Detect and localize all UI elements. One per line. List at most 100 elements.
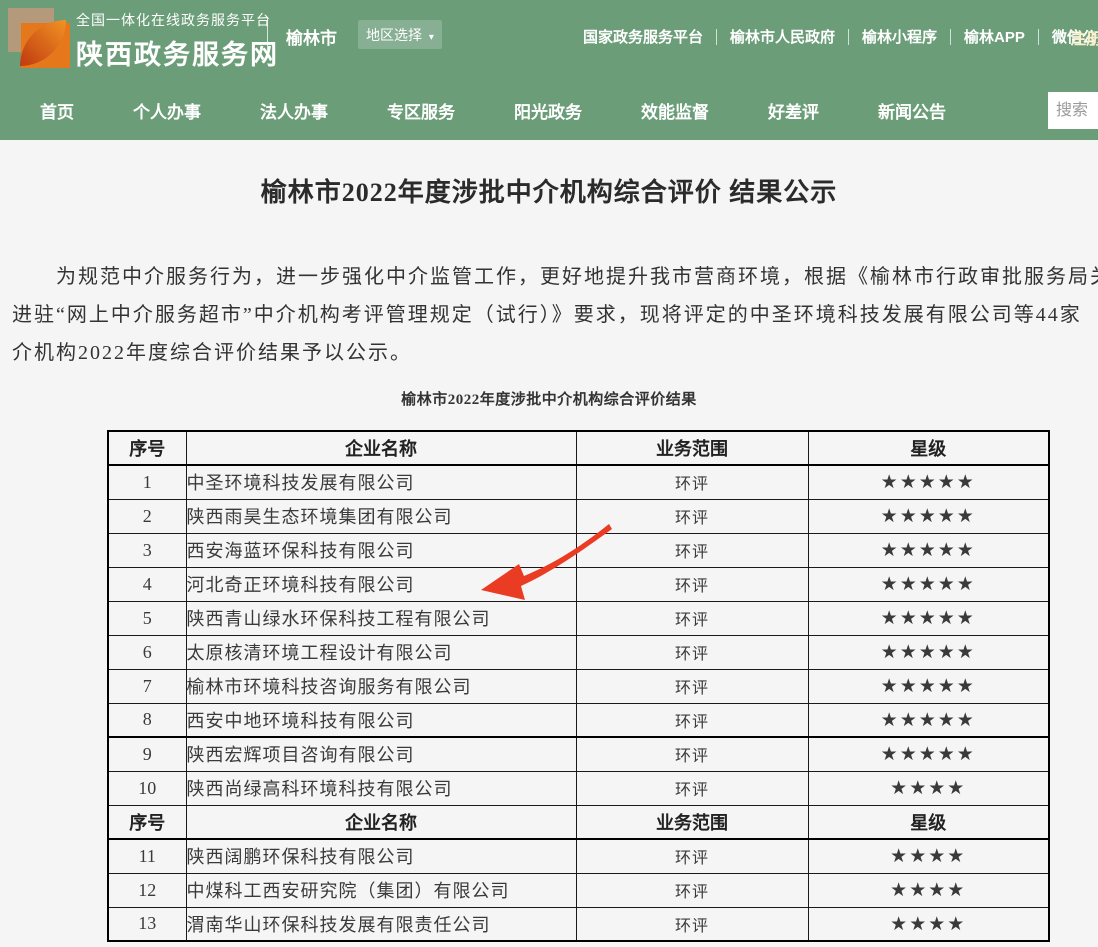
cell-serial-number: 9 — [108, 737, 186, 771]
nav-item-6[interactable]: 好差评 — [768, 98, 819, 123]
cell-company-name: 西安海蓝环保科技有限公司 — [186, 533, 576, 567]
paragraph-line: 为规范中介服务行为，进一步强化中介监管工作，更好地提升我市营商环境，根据《榆林市… — [12, 258, 1098, 296]
chevron-down-icon: ▾ — [429, 32, 434, 43]
cell-serial-number: 13 — [108, 907, 186, 941]
table-row: 7榆林市环境科技咨询服务有限公司环评★★★★★ — [108, 669, 1049, 703]
table-row: 11陕西阔鹏环保科技有限公司环评★★★★ — [108, 839, 1049, 873]
nav-item-7[interactable]: 新闻公告 — [878, 98, 946, 123]
cell-serial-number: 7 — [108, 669, 186, 703]
cell-serial-number: 5 — [108, 601, 186, 635]
cell-serial-number: 6 — [108, 635, 186, 669]
cell-serial-number: 10 — [108, 771, 186, 805]
cell-company-name: 陕西宏辉项目咨询有限公司 — [186, 737, 576, 771]
paragraph-line: 介机构2022年度综合评价结果予以公示。 — [12, 334, 1098, 372]
column-header-1: 企业名称 — [186, 805, 576, 839]
table-row: 12中煤科工西安研究院（集团）有限公司环评★★★★ — [108, 873, 1049, 907]
nav-item-2[interactable]: 法人办事 — [260, 98, 328, 123]
cell-business-scope: 环评 — [576, 499, 808, 533]
cell-star-rating: ★★★★ — [808, 873, 1049, 907]
cell-company-name: 西安中地环境科技有限公司 — [186, 703, 576, 737]
header-divider — [267, 18, 268, 50]
nav-item-5[interactable]: 效能监督 — [641, 98, 709, 123]
cell-business-scope: 环评 — [576, 601, 808, 635]
cell-serial-number: 11 — [108, 839, 186, 873]
column-header-1: 企业名称 — [186, 431, 576, 465]
notice-paragraph: 为规范中介服务行为，进一步强化中介监管工作，更好地提升我市营商环境，根据《榆林市… — [12, 258, 1098, 372]
cell-star-rating: ★★★★★ — [808, 703, 1049, 737]
cell-serial-number: 12 — [108, 873, 186, 907]
header-link-2[interactable]: 榆林小程序 — [849, 26, 950, 47]
nav-item-1[interactable]: 个人办事 — [133, 98, 201, 123]
current-city-label[interactable]: 榆林市 — [286, 24, 337, 49]
table-row: 3西安海蓝环保科技有限公司环评★★★★★ — [108, 533, 1049, 567]
cell-company-name: 陕西阔鹏环保科技有限公司 — [186, 839, 576, 873]
page-title: 榆林市2022年度涉批中介机构综合评价 结果公示 — [0, 172, 1098, 209]
cell-star-rating: ★★★★★ — [808, 465, 1049, 499]
cell-star-rating: ★★★★★ — [808, 533, 1049, 567]
evaluation-results-table: 序号企业名称业务范围星级1中圣环境科技发展有限公司环评★★★★★2陕西雨昊生态环… — [107, 430, 1050, 942]
search-box[interactable] — [1048, 92, 1098, 129]
site-header: 全国一体化在线政务服务平台 陕西政务服务网 榆林市 地区选择 ▾ 国家政务服务平… — [0, 0, 1098, 80]
table-row: 1中圣环境科技发展有限公司环评★★★★★ — [108, 465, 1049, 499]
cell-business-scope: 环评 — [576, 907, 808, 941]
table-row: 6太原核清环境工程设计有限公司环评★★★★★ — [108, 635, 1049, 669]
site-logo-icon — [8, 8, 70, 68]
cell-star-rating: ★★★★★ — [808, 499, 1049, 533]
cell-serial-number: 4 — [108, 567, 186, 601]
table-row: 13渭南华山环保科技发展有限责任公司环评★★★★ — [108, 907, 1049, 941]
nav-item-0[interactable]: 首页 — [40, 98, 74, 123]
region-selector-label: 地区选择 — [366, 27, 422, 43]
table-row: 8西安中地环境科技有限公司环评★★★★★ — [108, 703, 1049, 737]
column-header-3: 星级 — [808, 805, 1049, 839]
table-header-row: 序号企业名称业务范围星级 — [108, 805, 1049, 839]
cell-business-scope: 环评 — [576, 737, 808, 771]
cell-company-name: 河北奇正环境科技有限公司 — [186, 567, 576, 601]
region-selector-button[interactable]: 地区选择 ▾ — [358, 20, 442, 49]
cell-company-name: 渭南华山环保科技发展有限责任公司 — [186, 907, 576, 941]
cell-business-scope: 环评 — [576, 771, 808, 805]
cell-company-name: 太原核清环境工程设计有限公司 — [186, 635, 576, 669]
search-input[interactable] — [1048, 92, 1098, 129]
header-link-0[interactable]: 国家政务服务平台 — [570, 26, 716, 47]
notice-document: 榆林市2022年度涉批中介机构综合评价 结果公示 为规范中介服务行为，进一步强化… — [0, 140, 1098, 947]
cell-company-name: 陕西雨昊生态环境集团有限公司 — [186, 499, 576, 533]
cell-business-scope: 环评 — [576, 533, 808, 567]
cell-serial-number: 8 — [108, 703, 186, 737]
nav-item-3[interactable]: 专区服务 — [387, 98, 455, 123]
cell-star-rating: ★★★★ — [808, 771, 1049, 805]
table-header-row: 序号企业名称业务范围星级 — [108, 431, 1049, 465]
cell-star-rating: ★★★★★ — [808, 669, 1049, 703]
cell-company-name: 陕西青山绿水环保科技工程有限公司 — [186, 601, 576, 635]
cell-serial-number: 1 — [108, 465, 186, 499]
paragraph-line: 进驻“网上中介服务超市”中介机构考评管理规定（试行）》要求，现将评定的中圣环境科… — [12, 296, 1098, 334]
column-header-0: 序号 — [108, 805, 186, 839]
register-link[interactable]: 注册 — [1070, 25, 1098, 49]
column-header-2: 业务范围 — [576, 431, 808, 465]
header-link-1[interactable]: 榆林市人民政府 — [717, 26, 848, 47]
cell-business-scope: 环评 — [576, 703, 808, 737]
table-row: 9陕西宏辉项目咨询有限公司环评★★★★★ — [108, 737, 1049, 771]
cell-business-scope: 环评 — [576, 635, 808, 669]
table-row: 5陕西青山绿水环保科技工程有限公司环评★★★★★ — [108, 601, 1049, 635]
cell-star-rating: ★★★★★ — [808, 601, 1049, 635]
cell-star-rating: ★★★★★ — [808, 635, 1049, 669]
cell-business-scope: 环评 — [576, 465, 808, 499]
cell-star-rating: ★★★★★ — [808, 567, 1049, 601]
brand-block: 全国一体化在线政务服务平台 陕西政务服务网 — [76, 10, 279, 72]
nav-item-4[interactable]: 阳光政务 — [514, 98, 582, 123]
cell-star-rating: ★★★★ — [808, 907, 1049, 941]
cell-company-name: 中圣环境科技发展有限公司 — [186, 465, 576, 499]
table-caption: 榆林市2022年度涉批中介机构综合评价结果 — [0, 388, 1098, 409]
site-name: 陕西政务服务网 — [76, 33, 279, 72]
cell-business-scope: 环评 — [576, 567, 808, 601]
header-link-3[interactable]: 榆林APP — [951, 26, 1038, 47]
cell-company-name: 榆林市环境科技咨询服务有限公司 — [186, 669, 576, 703]
cell-business-scope: 环评 — [576, 669, 808, 703]
nav-items: 首页 个人办事 法人办事 专区服务 阳光政务 效能监督 好差评 新闻公告 — [40, 80, 946, 140]
header-quick-links: 国家政务服务平台榆林市人民政府榆林小程序榆林APP微信公众号 — [570, 26, 1098, 47]
cell-company-name: 中煤科工西安研究院（集团）有限公司 — [186, 873, 576, 907]
cell-company-name: 陕西尚绿高科环境科技有限公司 — [186, 771, 576, 805]
cell-business-scope: 环评 — [576, 839, 808, 873]
cell-star-rating: ★★★★★ — [808, 737, 1049, 771]
cell-business-scope: 环评 — [576, 873, 808, 907]
